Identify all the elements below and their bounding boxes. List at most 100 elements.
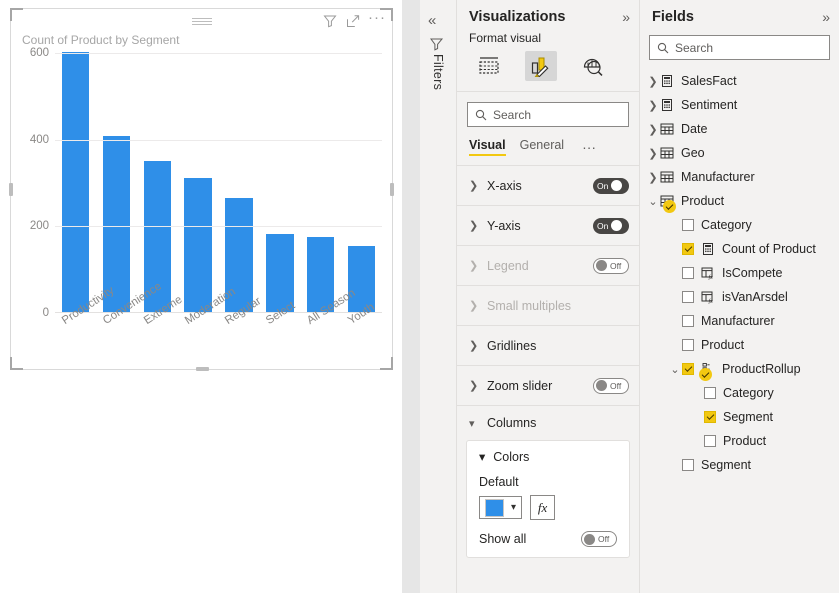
format-row-small-multiples[interactable]: ❯ Small multiples (457, 286, 639, 326)
field-checkbox[interactable] (682, 219, 694, 231)
field-label: Segment (701, 458, 752, 472)
format-row-legend[interactable]: ❯ Legend Off (457, 246, 639, 286)
chevron-right-icon: ❯ (469, 180, 479, 192)
field-node-category[interactable]: Category (640, 381, 839, 405)
field-checkbox[interactable] (682, 459, 694, 471)
show-all-toggle[interactable]: Off (581, 531, 617, 547)
field-label: Category (701, 218, 752, 232)
analytics-icon[interactable] (577, 51, 609, 81)
columns-section-header[interactable]: ▾ Columns (457, 406, 639, 440)
field-checkbox[interactable] (704, 435, 716, 447)
focus-mode-icon[interactable] (345, 13, 360, 28)
field-node-iscompete[interactable]: fx IsCompete (640, 261, 839, 285)
colors-card: ▾ Colors Default ▾ fx Show all Off (466, 440, 630, 558)
format-search-input[interactable]: Search (467, 102, 629, 127)
field-checkbox[interactable] (682, 291, 694, 303)
field-node-product[interactable]: Product (640, 429, 839, 453)
filters-label[interactable]: Filters (431, 54, 445, 90)
chevron-right-icon[interactable]: ❯ (646, 123, 660, 136)
resize-handle-top-right[interactable] (380, 8, 393, 21)
field-node-segment[interactable]: Segment (640, 405, 839, 429)
field-node-category[interactable]: Category (640, 213, 839, 237)
format-row-y-axis[interactable]: ❯ Y-axis On (457, 206, 639, 246)
resize-handle-right[interactable] (390, 183, 394, 196)
field-node-date[interactable]: ❯ Date (640, 117, 839, 141)
field-node-segment[interactable]: Segment (640, 453, 839, 477)
chart-plot-area: 0 200 400 600 Productivity Convenience Extrem… (11, 47, 394, 371)
y-axis-tick: 0 (42, 307, 49, 319)
toggle-x-axis[interactable]: On (593, 177, 629, 194)
colors-card-header[interactable]: ▾ Colors (479, 449, 617, 465)
build-visual-icon[interactable] (473, 51, 505, 81)
format-row-label: Small multiples (487, 298, 572, 313)
visual-drag-grip[interactable] (191, 18, 212, 25)
visualizations-header: Visualizations » (457, 0, 639, 29)
field-node-manufacturer[interactable]: ❯ Manufacturer (640, 165, 839, 189)
field-node-product[interactable]: Product (640, 333, 839, 357)
tab-overflow-icon[interactable]: ··· (582, 140, 596, 154)
chevron-down-icon[interactable]: ⌄ (668, 363, 682, 376)
expand-fields-pane-icon[interactable]: » (822, 9, 830, 25)
field-label: Product (701, 338, 745, 352)
field-checkbox[interactable] (682, 363, 694, 375)
format-options-list: ❯ X-axis On ❯ Y-axis On ❯ Legend Off ❯ Small multi… (457, 165, 639, 406)
report-canvas[interactable]: ··· Count of Product by Segment 0 200 400 6… (0, 0, 420, 593)
chevron-right-icon[interactable]: ❯ (646, 171, 660, 184)
toggle-label: On (597, 180, 609, 191)
filter-icon[interactable] (429, 36, 445, 55)
tab-general[interactable]: General (520, 138, 564, 156)
toggle-legend[interactable]: Off (593, 257, 629, 274)
chevron-right-icon[interactable]: ❯ (646, 147, 660, 160)
resize-handle-top-left[interactable] (10, 8, 23, 21)
field-checkbox[interactable] (704, 387, 716, 399)
field-label: SalesFact (681, 74, 737, 88)
field-label: Segment (723, 410, 774, 424)
chart-bar[interactable] (61, 51, 90, 312)
field-checkbox[interactable] (682, 243, 694, 255)
toggle-label: Off (610, 260, 622, 271)
field-node-sentiment[interactable]: ❯ Sentiment (640, 93, 839, 117)
conditional-formatting-button[interactable]: fx (530, 495, 556, 520)
field-node-manufacturer[interactable]: Manufacturer (640, 309, 839, 333)
tab-visual[interactable]: Visual (469, 138, 506, 156)
expand-pane-icon[interactable]: » (622, 9, 630, 25)
y-axis-tick: 600 (29, 47, 49, 59)
field-label: Count of Product (722, 242, 816, 256)
chevron-right-icon[interactable]: ❯ (646, 99, 660, 112)
field-checkbox[interactable] (704, 411, 716, 423)
field-node-count-of-product[interactable]: Count of Product (640, 237, 839, 261)
filter-icon[interactable] (322, 13, 337, 28)
field-checkbox[interactable] (682, 315, 694, 327)
collapse-pane-icon[interactable]: « (428, 12, 436, 29)
measure-icon (701, 242, 717, 256)
bar-chart-visual[interactable]: ··· Count of Product by Segment 0 200 400 6… (9, 8, 394, 371)
chevron-down-icon[interactable]: ⌄ (646, 195, 660, 208)
field-label: Manufacturer (701, 314, 775, 328)
visual-title: Count of Product by Segment (22, 33, 180, 47)
format-row-gridlines[interactable]: ❯ Gridlines (457, 326, 639, 366)
resize-handle-bottom-right[interactable] (380, 357, 393, 370)
toggle-y-axis[interactable]: On (593, 217, 629, 234)
field-checkbox[interactable] (682, 267, 694, 279)
fields-search-input[interactable]: Search (649, 35, 830, 60)
chevron-right-icon[interactable]: ❯ (646, 75, 660, 88)
format-row-x-axis[interactable]: ❯ X-axis On (457, 166, 639, 206)
toggle-zoom-slider[interactable]: Off (593, 377, 629, 394)
format-row-zoom-slider[interactable]: ❯ Zoom slider Off (457, 366, 639, 406)
field-node-product[interactable]: ⌄ Product (640, 189, 839, 213)
fields-tree: ❯ SalesFact ❯ Sentiment ❯ Date ❯ Geo ❯ Manufactur… (640, 69, 839, 477)
format-visual-icon[interactable] (525, 51, 557, 81)
calc-column-icon: fx (701, 266, 717, 280)
search-icon (475, 109, 487, 120)
chart-bar[interactable] (184, 177, 212, 312)
field-checkbox[interactable] (682, 339, 694, 351)
field-node-geo[interactable]: ❯ Geo (640, 141, 839, 165)
resize-handle-left[interactable] (9, 183, 13, 196)
field-node-isvanarsdel[interactable]: fx isVanArsdel (640, 285, 839, 309)
resize-handle-bottom-left[interactable] (10, 357, 23, 370)
field-node-productrollup[interactable]: ⌄ ProductRollup (640, 357, 839, 381)
resize-handle-bottom[interactable] (195, 367, 209, 371)
field-node-salesfact[interactable]: ❯ SalesFact (640, 69, 839, 93)
colors-label: Colors (493, 449, 530, 464)
default-color-picker[interactable]: ▾ (479, 496, 523, 519)
